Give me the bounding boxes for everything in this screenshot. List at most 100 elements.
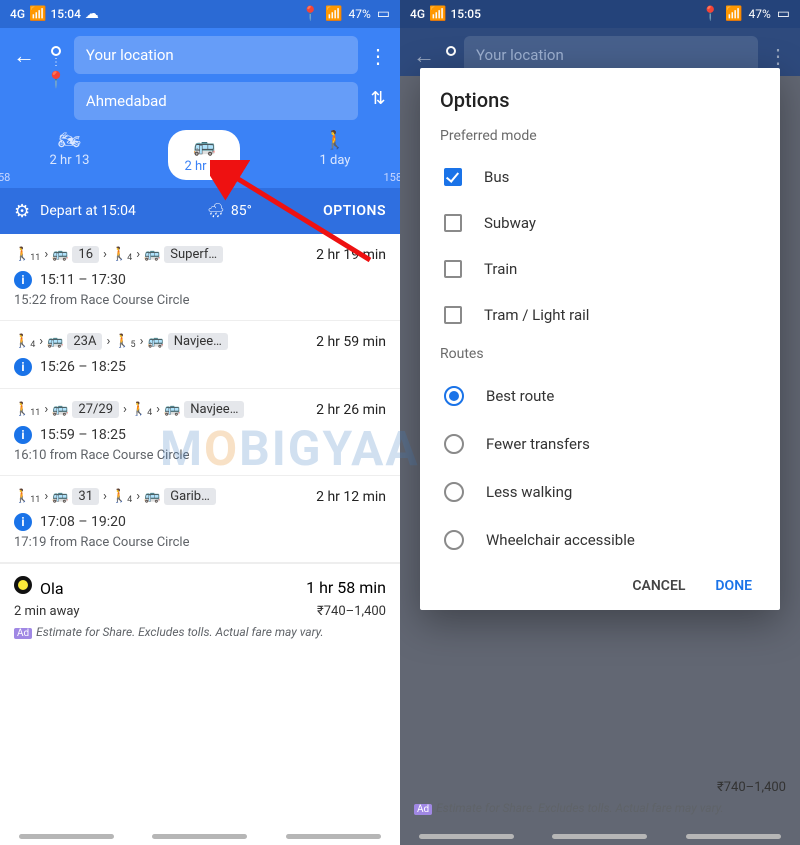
walk-icon: 🚶 [324, 130, 346, 151]
done-button[interactable]: DONE [715, 578, 752, 594]
nav-recent[interactable] [686, 834, 781, 839]
options-button[interactable]: OPTIONS [323, 203, 386, 219]
rideshare-item[interactable]: Ola 1 hr 58 min 2 min away ₹740–1,400 Ad… [0, 563, 400, 651]
bus-icon: 🚌 [47, 334, 63, 349]
mode-walk[interactable]: 🚶 1 day [319, 130, 350, 180]
route-list[interactable]: 🚶11› 🚌16› 🚶4› 🚌Superf… 2 hr 19 min i15:1… [0, 234, 400, 651]
overflow-menu-icon: ⋮ [768, 44, 788, 68]
option-label: Fewer transfers [486, 435, 590, 453]
radio-icon[interactable] [444, 482, 464, 502]
dest-chip: Superf… [164, 246, 223, 263]
route-option[interactable]: Less walking [440, 468, 760, 516]
walk-icon: 🚶11 [14, 402, 40, 417]
line-chip: 16 [72, 246, 99, 263]
route-item[interactable]: 🚶4› 🚌23A› 🚶5› 🚌Navjee… 2 hr 59 min i15:2… [0, 321, 400, 389]
ride-eta: 2 min away [14, 604, 79, 619]
walk-icon: 🚶4 [14, 334, 35, 349]
wifi-icon: 📶 [325, 6, 342, 22]
route-item[interactable]: 🚶11› 🚌27/29› 🚶4› 🚌Navjee… 2 hr 26 min i1… [0, 389, 400, 476]
origin-dot-icon [51, 46, 61, 56]
cancel-button[interactable]: CANCEL [632, 578, 685, 594]
route-note: 15:22 from Race Course Circle [14, 293, 386, 308]
wifi-icon: 📶 [725, 6, 742, 22]
walk-icon: 🚶11 [14, 489, 40, 504]
swap-icon[interactable]: ⇅ [370, 88, 385, 109]
dest-chip: Navjee… [168, 333, 228, 350]
route-duration: 2 hr 59 min [316, 334, 386, 350]
filter-icon[interactable]: ⚙ [14, 201, 30, 222]
nav-back[interactable] [419, 834, 514, 839]
ad-badge: Ad [14, 628, 32, 639]
bus-icon: 🚌 [144, 489, 160, 504]
net-label: 4G [410, 7, 425, 21]
destination-field[interactable]: Ahmedabad [74, 82, 358, 120]
radio-icon[interactable] [444, 434, 464, 454]
walk-icon: 🚶4 [131, 402, 152, 417]
location-icon: 📍 [302, 6, 319, 22]
option-label: Subway [484, 214, 536, 232]
origin-field[interactable]: Your location [74, 36, 358, 74]
option-label: Train [484, 260, 517, 278]
origin-dest-markers [446, 36, 456, 56]
checkbox-icon[interactable] [444, 168, 462, 186]
nav-back[interactable] [19, 834, 114, 839]
route-option[interactable]: Wheelchair accessible [440, 516, 760, 564]
bus-icon: 🚌 [52, 402, 68, 417]
route-item[interactable]: 🚶11› 🚌16› 🚶4› 🚌Superf… 2 hr 19 min i15:1… [0, 234, 400, 321]
option-label: Bus [484, 168, 509, 186]
destination-label: Ahmedabad [86, 92, 167, 110]
route-duration: 2 hr 26 min [316, 402, 386, 418]
clock: 15:04 [50, 7, 80, 21]
battery-pct: 47% [748, 7, 770, 21]
tick-right: 158 [383, 171, 400, 184]
route-option[interactable]: Best route [440, 372, 760, 420]
battery-icon: ▭ [377, 6, 390, 22]
mode-motorcycle[interactable]: 🏍 2 hr 13 [50, 130, 90, 180]
checkbox-icon[interactable] [444, 260, 462, 278]
mode-option[interactable]: Bus [440, 154, 760, 200]
nav-home[interactable] [152, 834, 247, 839]
checkbox-icon[interactable] [444, 214, 462, 232]
rideshare-peek: ₹740–1,400 AdEstimate for Share. Exclude… [414, 774, 786, 815]
option-label: Best route [486, 387, 554, 405]
cloud-icon: ☁ [85, 6, 99, 22]
bus-icon: 🚌 [148, 334, 164, 349]
route-item[interactable]: 🚶11› 🚌31› 🚶4› 🚌Garib… 2 hr 12 min i17:08… [0, 476, 400, 563]
net-label: 4G [10, 7, 25, 21]
bus-icon: 🚌 [164, 402, 180, 417]
pin-icon: 📍 [46, 70, 66, 89]
walk-icon: 🚶4 [111, 247, 132, 262]
mode-option[interactable]: Tram / Light rail [440, 292, 760, 338]
line-chip: 23A [67, 333, 102, 350]
status-bar: 4G 📶 15:04 ☁ 📍 📶 47% ▭ [0, 0, 400, 28]
origin-dot-icon [446, 46, 456, 56]
mode-option[interactable]: Train [440, 246, 760, 292]
signal-icon: 📶 [429, 6, 446, 22]
mode-transit[interactable]: 🚌 2 hr 19 [168, 130, 240, 180]
depart-label[interactable]: Depart at 15:04 [40, 203, 136, 219]
phone-right: 4G 📶 15:05 📍 📶 47% ▭ ← Your location ⋮ O… [400, 0, 800, 845]
directions-header: ← ⋮ 📍 Your location Ahmedabad ⋮ ⇅ 58 🏍 2… [0, 28, 400, 188]
ride-fare: ₹740–1,400 [317, 604, 386, 619]
info-icon: i [14, 358, 32, 376]
overflow-menu-icon[interactable]: ⋮ [368, 44, 388, 68]
route-times: 15:26 – 18:25 [40, 359, 126, 375]
origin-dest-markers: ⋮ 📍 [46, 36, 66, 89]
mode-option[interactable]: Subway [440, 200, 760, 246]
option-label: Less walking [486, 483, 572, 501]
back-button[interactable]: ← [10, 36, 38, 76]
walk-icon: 🚶4 [111, 489, 132, 504]
route-duration: 2 hr 19 min [316, 247, 386, 263]
radio-icon[interactable] [444, 530, 464, 550]
checkbox-icon[interactable] [444, 306, 462, 324]
line-chip: 31 [72, 488, 99, 505]
nav-recent[interactable] [286, 834, 381, 839]
section-preferred-mode: Preferred mode [440, 128, 760, 144]
option-label: Tram / Light rail [484, 306, 589, 324]
section-routes: Routes [440, 346, 760, 362]
radio-icon[interactable] [444, 386, 464, 406]
route-duration: 2 hr 12 min [316, 489, 386, 505]
temperature: 85° [231, 203, 252, 219]
route-option[interactable]: Fewer transfers [440, 420, 760, 468]
nav-home[interactable] [552, 834, 647, 839]
